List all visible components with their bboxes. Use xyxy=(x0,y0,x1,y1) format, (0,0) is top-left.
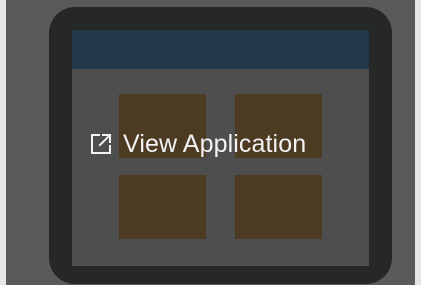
app-preview-card[interactable]: View Application xyxy=(0,0,421,285)
thumbnail-tile xyxy=(235,175,322,239)
view-application-label: View Application xyxy=(123,129,307,158)
thumbnail-tile xyxy=(119,175,206,239)
thumbnail-header xyxy=(72,30,369,69)
external-link-icon xyxy=(88,131,114,157)
view-application-link[interactable]: View Application xyxy=(88,127,306,161)
